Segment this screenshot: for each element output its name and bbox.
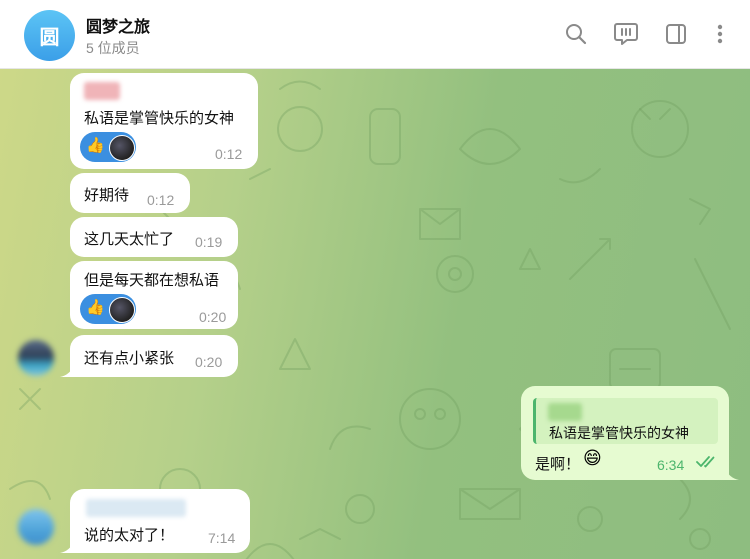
bubble-tail [725, 468, 739, 480]
message-text: 好期待 [84, 187, 130, 204]
member-count: 5 位成员 [86, 40, 140, 56]
more-vertical-icon[interactable] [706, 20, 734, 48]
reaction-chip[interactable]: 👍 [80, 132, 136, 162]
grinning-emoji-icon: 😄 [583, 448, 602, 468]
message-text: 说的太对了！ [84, 527, 175, 544]
message-list[interactable]: 私语是掌管快乐的女神 👍 0:12 好期待 0:12 这几天太忙了 0:19 但… [0, 69, 750, 559]
chat-header: 圆 圆梦之旅 5 位成员 [0, 0, 750, 69]
message-time: 0:20 [195, 354, 223, 370]
group-avatar[interactable]: 圆 [24, 10, 75, 61]
sender-avatar[interactable] [18, 340, 54, 376]
message-time: 0:12 [215, 146, 243, 162]
message-text: 私语是掌管快乐的女神 [84, 110, 235, 127]
message-text: 还有点小紧张 [84, 350, 175, 367]
telegram-window: 圆 圆梦之旅 5 位成员 私语是掌管快乐的女神 👍 0:12 好期待 0:12 … [0, 0, 750, 559]
message-text: 但是每天都在想私语 [84, 272, 220, 289]
chat-title[interactable]: 圆梦之旅 [86, 13, 150, 37]
outgoing-message-bubble[interactable]: 私语是掌管快乐的女神 是啊！ 😄 6:34 [521, 386, 729, 480]
thumbs-up-icon: 👍 [86, 299, 105, 316]
chat-channel-icon[interactable] [612, 20, 640, 48]
message-text: 是啊！ [535, 456, 581, 473]
bubble-tail [60, 541, 74, 553]
reply-quote[interactable]: 私语是掌管快乐的女神 [533, 398, 718, 444]
message-bubble[interactable]: 但是每天都在想私语 👍 0:20 [70, 261, 238, 329]
message-time: 7:14 [208, 530, 236, 546]
reply-text: 私语是掌管快乐的女神 [549, 425, 689, 441]
search-icon[interactable] [562, 20, 590, 48]
double-check-icon [696, 455, 720, 474]
sender-avatar[interactable] [18, 509, 54, 545]
reactor-avatar [109, 297, 135, 323]
message-bubble[interactable]: 说的太对了！ 7:14 [70, 489, 250, 553]
message-bubble[interactable]: 私语是掌管快乐的女神 👍 0:12 [70, 73, 258, 169]
message-text: 这几天太忙了 [84, 231, 175, 248]
bubble-tail [60, 365, 74, 377]
reply-sender-blurred [548, 403, 582, 421]
sidebar-toggle-icon[interactable] [662, 20, 690, 48]
sender-name-blurred [84, 82, 120, 100]
reactor-avatar [109, 135, 135, 161]
sender-name-blurred [86, 499, 186, 517]
message-time: 6:34 [657, 457, 685, 473]
message-time: 0:19 [195, 234, 223, 250]
message-bubble[interactable]: 这几天太忙了 0:19 [70, 217, 238, 257]
message-bubble[interactable]: 好期待 0:12 [70, 173, 190, 213]
reaction-chip[interactable]: 👍 [80, 294, 136, 324]
message-time: 0:20 [199, 309, 227, 325]
thumbs-up-icon: 👍 [86, 137, 105, 154]
message-bubble[interactable]: 还有点小紧张 0:20 [70, 335, 238, 377]
message-time: 0:12 [147, 192, 175, 208]
